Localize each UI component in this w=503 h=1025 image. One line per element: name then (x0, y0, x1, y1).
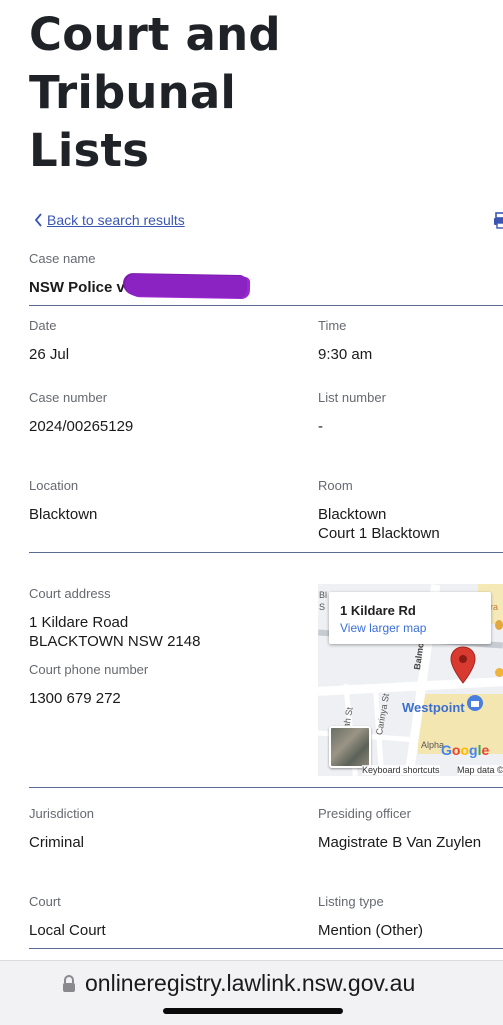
court-phone-value: 1300 679 272 (29, 690, 121, 707)
divider (29, 552, 503, 553)
back-to-search-link[interactable]: Back to search results (34, 212, 185, 228)
keyboard-shortcuts-link[interactable]: Keyboard shortcuts (362, 765, 440, 775)
shopping-icon (467, 695, 483, 711)
case-name-value: NSW Police v D (29, 279, 140, 296)
location-label: Location (29, 478, 79, 493)
divider (29, 305, 503, 306)
room-label: Room (318, 478, 353, 493)
jurisdiction-value: Criminal (29, 834, 85, 851)
poi-marker (495, 668, 503, 677)
map-pin-icon (450, 646, 476, 684)
home-indicator[interactable] (163, 1008, 343, 1014)
court-address-label: Court address (29, 586, 111, 601)
divider (29, 948, 503, 949)
satellite-toggle[interactable] (329, 726, 371, 768)
map-info-card: 1 Kildare Rd View larger map (329, 592, 491, 644)
jurisdiction-label: Jurisdiction (29, 806, 95, 821)
lock-icon (63, 975, 75, 992)
listing-type-label: Listing type (318, 894, 384, 909)
google-logo: Google (441, 742, 490, 758)
court-address-line-1: 1 Kildare Road (29, 614, 129, 631)
page-title-line-1: Court and (29, 8, 281, 61)
map-label-partial-bl: Bl (319, 590, 328, 600)
case-name-label: Case name (29, 251, 96, 266)
court-label: Court (29, 894, 61, 909)
time-label: Time (318, 318, 347, 333)
divider (29, 787, 503, 788)
page-title: Court and Tribunal Lists (29, 6, 349, 180)
room-value-line-2: Court 1 Blacktown (318, 525, 440, 542)
poi-marker (495, 620, 503, 630)
list-number-label: List number (318, 390, 386, 405)
map-label-partial-ra: ra (490, 602, 499, 612)
map-label-partial-s: S (319, 602, 326, 612)
list-number-value: - (318, 418, 323, 435)
place-label-westpoint: Westpoint (402, 700, 465, 715)
chevron-left-icon (34, 213, 42, 227)
time-value: 9:30 am (318, 346, 373, 363)
url-text[interactable]: onlineregistry.lawlink.nsw.gov.au (85, 970, 415, 997)
presiding-officer-value: Magistrate B Van Zuylen (318, 834, 482, 851)
map-card-title: 1 Kildare Rd (340, 603, 416, 618)
back-link-label: Back to search results (47, 212, 185, 228)
location-value: Blacktown (29, 506, 98, 523)
map-data-attribution[interactable]: Map data © (457, 765, 503, 775)
print-icon[interactable] (494, 212, 503, 230)
room-value-line-1: Blacktown (318, 506, 387, 523)
court-phone-label: Court phone number (29, 662, 149, 677)
page-title-line-3: Lists (29, 124, 150, 177)
case-number-value: 2024/00265129 (29, 418, 134, 435)
date-label: Date (29, 318, 57, 333)
date-value: 26 Jul (29, 346, 70, 363)
case-number-label: Case number (29, 390, 108, 405)
court-value: Local Court (29, 922, 106, 939)
page-title-line-2: Tribunal (29, 66, 237, 119)
redaction-scribble (124, 273, 248, 299)
presiding-officer-label: Presiding officer (318, 806, 411, 821)
court-address-line-2: BLACKTOWN NSW 2148 (29, 633, 201, 650)
view-larger-map-link[interactable]: View larger map (340, 621, 426, 635)
listing-type-value: Mention (Other) (318, 922, 424, 939)
